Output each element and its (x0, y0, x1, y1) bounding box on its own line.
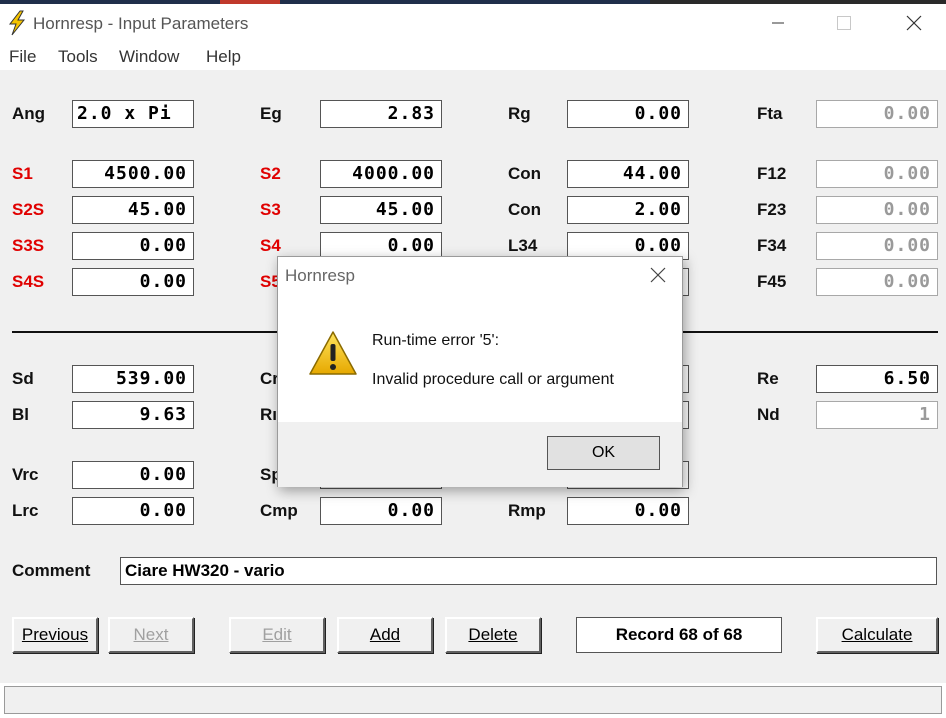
menu-help[interactable]: Help (206, 47, 241, 67)
menu-file[interactable]: File (9, 47, 36, 67)
menu-tools[interactable]: Tools (58, 47, 98, 67)
dialog-error-message: Invalid procedure call or argument (372, 371, 614, 388)
previous-button[interactable]: Previous (12, 617, 98, 653)
label-s4s: S4S (12, 272, 45, 291)
field-ang[interactable]: 2.0 x Pi (72, 100, 194, 128)
field-f34: 0.00 (816, 232, 938, 260)
label-s2: S2 (260, 164, 281, 183)
label-vrc: Vrc (12, 465, 39, 484)
menu-bar: File Tools Window Help (0, 42, 946, 70)
label-f23: F23 (757, 200, 787, 219)
dialog-error-code: Run-time error '5': (372, 332, 500, 349)
field-cmp[interactable]: 0.00 (320, 497, 442, 525)
field-f23: 0.00 (816, 196, 938, 224)
field-lrc[interactable]: 0.00 (72, 497, 194, 525)
delete-button[interactable]: Delete (445, 617, 541, 653)
label-s1: S1 (12, 164, 33, 183)
field-rmp[interactable]: 0.00 (567, 497, 689, 525)
label-s2s: S2S (12, 200, 45, 219)
label-fta: Fta (757, 104, 783, 123)
label-s3s: S3S (12, 236, 45, 255)
record-indicator: Record 68 of 68 (576, 617, 782, 653)
label-s4: S4 (260, 236, 281, 255)
label-rms: Rı (260, 405, 277, 424)
label-comment: Comment (12, 561, 91, 580)
label-re: Re (757, 369, 779, 388)
dialog-title: Hornresp (285, 266, 355, 285)
window-title: Hornresp - Input Parameters (33, 14, 249, 33)
calculate-button[interactable]: Calculate (816, 617, 938, 653)
error-dialog: Hornresp Run-time error '5': Invalid pro… (277, 256, 683, 487)
next-button: Next (108, 617, 194, 653)
label-rmp: Rmp (508, 501, 546, 520)
field-s3s[interactable]: 0.00 (72, 232, 194, 260)
label-f12: F12 (757, 164, 787, 183)
label-rg: Rg (508, 104, 531, 123)
field-bl[interactable]: 9.63 (72, 401, 194, 429)
label-ang: Ang (12, 104, 46, 123)
maximize-icon (837, 16, 851, 30)
minimize-icon (772, 22, 784, 24)
add-button[interactable]: Add (337, 617, 433, 653)
edit-button: Edit (229, 617, 325, 653)
label-l34: L34 (508, 236, 538, 255)
field-sd[interactable]: 539.00 (72, 365, 194, 393)
dialog-close-icon[interactable] (648, 265, 668, 285)
field-f12: 0.00 (816, 160, 938, 188)
label-con-1: Con (508, 164, 542, 183)
label-f34: F34 (757, 236, 787, 255)
label-f45: F45 (757, 272, 787, 291)
field-f45: 0.00 (816, 268, 938, 296)
close-button[interactable] (890, 4, 938, 42)
ok-button[interactable]: OK (547, 436, 660, 470)
maximize-button[interactable] (820, 4, 868, 42)
label-cmp: Cmp (260, 501, 298, 520)
close-icon (906, 15, 922, 31)
field-s3[interactable]: 45.00 (320, 196, 442, 224)
field-s4s[interactable]: 0.00 (72, 268, 194, 296)
field-con-1[interactable]: 44.00 (567, 160, 689, 188)
status-bar (4, 686, 942, 714)
minimize-button[interactable] (754, 4, 802, 42)
field-con-2[interactable]: 2.00 (567, 196, 689, 224)
label-s3: S3 (260, 200, 281, 219)
field-s2s[interactable]: 45.00 (72, 196, 194, 224)
label-con-2: Con (508, 200, 542, 219)
title-bar: Hornresp - Input Parameters (0, 4, 946, 42)
label-eg: Eg (260, 104, 282, 123)
field-vrc[interactable]: 0.00 (72, 461, 194, 489)
field-eg[interactable]: 2.83 (320, 100, 442, 128)
menu-window[interactable]: Window (119, 47, 179, 67)
label-sd: Sd (12, 369, 34, 388)
field-s2[interactable]: 4000.00 (320, 160, 442, 188)
field-re[interactable]: 6.50 (816, 365, 938, 393)
warning-icon (309, 331, 357, 375)
comment-field[interactable]: Ciare HW320 - vario (120, 557, 937, 585)
label-bl: Bl (12, 405, 29, 424)
field-nd: 1 (816, 401, 938, 429)
field-fta: 0.00 (816, 100, 938, 128)
field-s1[interactable]: 4500.00 (72, 160, 194, 188)
label-nd: Nd (757, 405, 780, 424)
dialog-footer: OK (278, 422, 682, 487)
label-lrc: Lrc (12, 501, 39, 520)
field-rg[interactable]: 0.00 (567, 100, 689, 128)
lightning-icon (8, 10, 26, 36)
